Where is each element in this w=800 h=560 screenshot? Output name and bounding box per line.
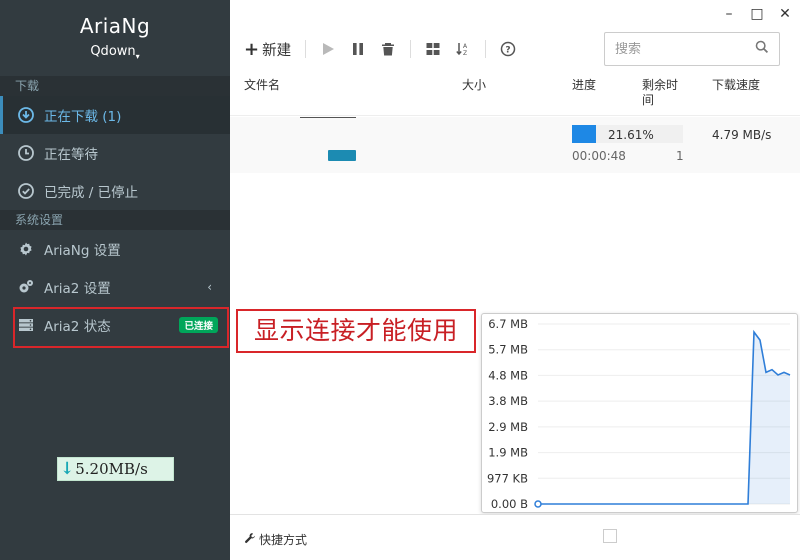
download-circle-icon xyxy=(18,107,34,123)
mini-thumbnail xyxy=(603,529,617,543)
column-header-remaining[interactable]: 剩余时间 xyxy=(642,78,682,108)
svg-text:Z: Z xyxy=(463,50,467,57)
sidebar-item-aria2-status[interactable]: Aria2 状态 已连接 xyxy=(0,306,230,344)
down-arrow-icon: ↓ xyxy=(60,459,75,479)
table-header: 文件名 大小 进度 剩余时间 下载速度 xyxy=(230,78,800,116)
new-task-button[interactable]: + 新建 xyxy=(244,39,291,60)
y-tick-label: 6.7 MB xyxy=(488,317,528,331)
pause-button[interactable] xyxy=(350,41,366,57)
connections-count: 1 xyxy=(676,149,684,163)
sidebar-item-label: AriaNg 设置 xyxy=(44,243,121,259)
maximize-button[interactable]: □ xyxy=(750,6,764,22)
toolbar-divider xyxy=(410,40,412,58)
gear-icon xyxy=(18,241,34,257)
sidebar-item-stopped[interactable]: 已完成 / 已停止 xyxy=(0,172,230,210)
remaining-time: 00:00:48 xyxy=(572,149,626,163)
sidebar-item-label: 正在下载 (1) xyxy=(44,109,122,125)
sort-alpha-icon: AZ xyxy=(456,43,468,57)
column-header-name[interactable]: 文件名 xyxy=(244,78,280,93)
connected-badge: 已连接 xyxy=(179,317,218,333)
sidebar-item-downloading[interactable]: 正在下载 (1) xyxy=(0,96,230,134)
table-row[interactable]: 21.61% 00:00:48 1 4.79 MB/s xyxy=(230,117,800,173)
close-button[interactable]: ✕ xyxy=(778,6,792,22)
y-tick-label: 0.00 B xyxy=(491,497,528,511)
play-icon xyxy=(323,43,335,55)
minimize-button[interactable]: – xyxy=(722,6,736,22)
app-window: AriaNg Qdown▾ 下载 正在下载 (1) 正在等待 已完成 / 已停止… xyxy=(0,0,800,560)
server-name: Qdown xyxy=(90,44,136,59)
clock-icon xyxy=(18,145,34,161)
new-task-label: 新建 xyxy=(262,42,292,59)
search-box xyxy=(604,32,780,66)
sidebar-item-label: Aria2 设置 xyxy=(44,281,111,297)
file-thumbnail-line xyxy=(300,117,356,118)
question-circle-icon: ? xyxy=(500,41,516,57)
column-header-progress[interactable]: 进度 xyxy=(572,78,596,93)
toolbar: + 新建 AZ ? xyxy=(230,30,800,68)
y-tick-label: 1.9 MB xyxy=(488,446,528,460)
wrench-icon xyxy=(244,532,256,547)
progress-percent: 21.61% xyxy=(608,128,654,142)
grid-icon xyxy=(426,43,440,55)
check-circle-icon xyxy=(18,183,34,199)
display-mode-button[interactable] xyxy=(425,41,441,57)
column-header-size[interactable]: 大小 xyxy=(462,78,486,93)
brand: AriaNg Qdown▾ xyxy=(0,0,230,76)
progress-bar-fill xyxy=(572,125,596,143)
sidebar-item-aria2-settings[interactable]: Aria2 设置 ‹ xyxy=(0,268,230,306)
sort-button[interactable]: AZ xyxy=(455,41,471,57)
speed-chart: 6.7 MB 5.7 MB 4.8 MB 3.8 MB 2.9 MB 1.9 MB 977 … xyxy=(487,317,791,511)
sidebar: AriaNg Qdown▾ 下载 正在下载 (1) 正在等待 已完成 / 已停止… xyxy=(0,0,230,560)
download-section-header: 下载 xyxy=(0,76,230,96)
y-tick-label: 977 KB xyxy=(487,471,528,485)
speed-widget: ↓ 5.20MB/s xyxy=(57,457,174,481)
y-tick-label: 5.7 MB xyxy=(488,343,528,357)
pause-icon xyxy=(353,43,364,55)
column-header-speed[interactable]: 下载速度 xyxy=(712,78,760,93)
delete-button[interactable] xyxy=(380,41,396,57)
shortcut-label: 快捷方式 xyxy=(259,533,308,547)
svg-text:?: ? xyxy=(505,46,510,56)
y-tick-label: 3.8 MB xyxy=(488,394,528,408)
annotation-callout: 显示连接才能使用 xyxy=(236,309,476,353)
download-speed: 4.79 MB/s xyxy=(712,128,772,142)
app-title: AriaNg xyxy=(79,14,151,38)
global-speed: 5.20MB/s xyxy=(75,460,148,478)
trash-icon xyxy=(382,43,395,56)
start-button[interactable] xyxy=(320,41,336,57)
server-selector[interactable]: Qdown▾ xyxy=(0,44,230,61)
search-icon[interactable] xyxy=(755,40,769,58)
server-icon xyxy=(18,317,34,333)
file-thumbnail xyxy=(328,150,356,161)
sidebar-item-ariang-settings[interactable]: AriaNg 设置 xyxy=(0,230,230,268)
toolbar-divider xyxy=(305,40,307,58)
sidebar-item-waiting[interactable]: 正在等待 xyxy=(0,134,230,172)
footer: 快捷方式 xyxy=(230,514,800,560)
toolbar-divider xyxy=(485,40,487,58)
sidebar-item-label: 已完成 / 已停止 xyxy=(44,185,139,201)
y-tick-label: 2.9 MB xyxy=(488,420,528,434)
help-button[interactable]: ? xyxy=(500,41,516,57)
sidebar-item-label: 正在等待 xyxy=(44,147,98,163)
settings-section-header: 系统设置 xyxy=(0,210,230,230)
shortcut-link[interactable]: 快捷方式 xyxy=(244,531,307,548)
caret-icon: ▾ xyxy=(135,52,140,61)
y-tick-label: 4.8 MB xyxy=(488,368,528,382)
chart-point xyxy=(534,500,542,508)
sidebar-item-label: Aria2 状态 xyxy=(44,319,111,335)
svg-text:A: A xyxy=(463,43,468,50)
window-controls: – □ ✕ xyxy=(722,6,792,22)
gears-icon xyxy=(18,279,34,295)
chevron-left-icon[interactable]: ‹ xyxy=(207,280,212,294)
search-input[interactable] xyxy=(615,41,745,57)
speed-chart-tooltip: 6.7 MB 5.7 MB 4.8 MB 3.8 MB 2.9 MB 1.9 MB 977 … xyxy=(481,313,798,513)
plus-icon: + xyxy=(244,38,260,60)
